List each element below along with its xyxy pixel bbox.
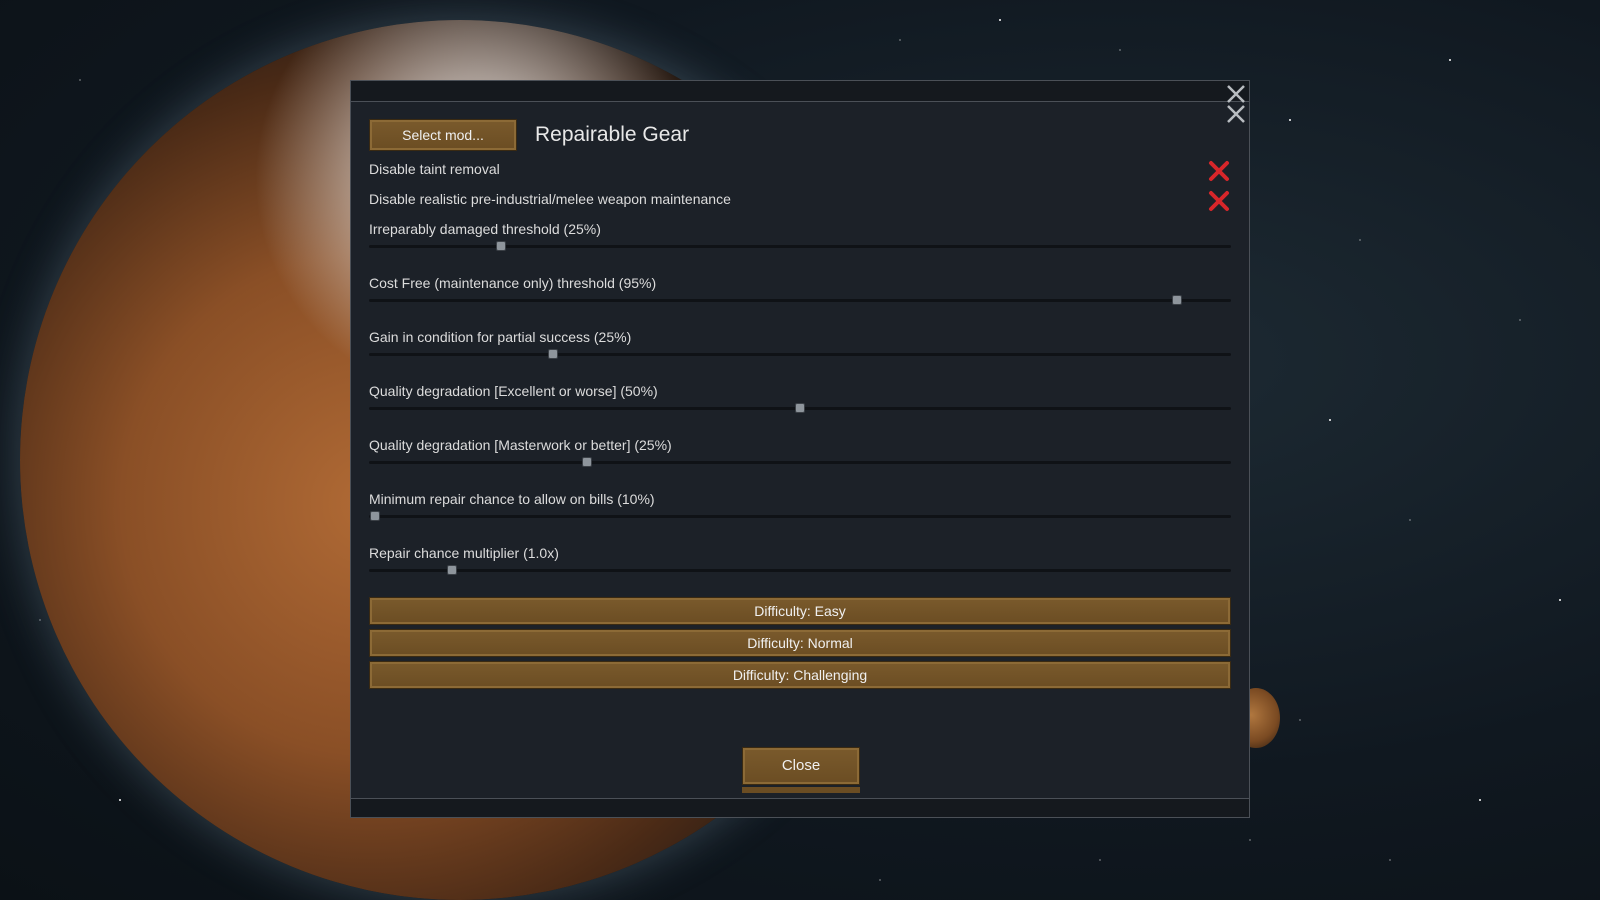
dialog-top-bar bbox=[351, 81, 1249, 102]
select-mod-button[interactable]: Select mod... bbox=[369, 119, 517, 151]
slider-handle[interactable] bbox=[795, 403, 805, 413]
slider-track[interactable] bbox=[369, 515, 1231, 518]
slider-repair-chance-multiplier: Repair chance multiplier (1.0x) bbox=[369, 545, 1231, 575]
slider-irreparably-damaged-threshold: Irreparably damaged threshold (25%) bbox=[369, 221, 1231, 251]
red-x-icon[interactable] bbox=[1207, 159, 1231, 183]
slider-handle[interactable] bbox=[582, 457, 593, 467]
mod-title: Repairable Gear bbox=[535, 123, 690, 146]
difficulty-normal-button[interactable]: Difficulty: Normal bbox=[369, 629, 1231, 657]
slider-track[interactable] bbox=[369, 353, 1231, 356]
slider-handle[interactable] bbox=[446, 565, 457, 575]
slider-label: Repair chance multiplier (1.0x) bbox=[369, 545, 559, 561]
slider-cost-free-threshold: Cost Free (maintenance only) threshold (… bbox=[369, 275, 1231, 305]
difficulty-easy-button[interactable]: Difficulty: Easy bbox=[369, 597, 1231, 625]
slider-handle[interactable] bbox=[1171, 295, 1182, 305]
mod-header: Select mod... Repairable Gear bbox=[369, 119, 689, 151]
slider-label: Gain in condition for partial success (2… bbox=[369, 329, 632, 345]
slider-label: Quality degradation [Excellent or worse]… bbox=[369, 383, 658, 399]
slider-handle[interactable] bbox=[370, 511, 381, 521]
close-button-shadow bbox=[742, 787, 860, 793]
toggle-disable-taint-removal[interactable]: Disable taint removal bbox=[369, 161, 1231, 185]
slider-quality-degradation-masterwork: Quality degradation [Masterwork or bette… bbox=[369, 437, 1231, 467]
slider-handle[interactable] bbox=[495, 241, 506, 251]
toggle-disable-realistic-maintenance[interactable]: Disable realistic pre-industrial/melee w… bbox=[369, 191, 1231, 215]
slider-label: Cost Free (maintenance only) threshold (… bbox=[369, 275, 657, 291]
slider-track[interactable] bbox=[369, 461, 1231, 464]
outer-close-icon[interactable] bbox=[1225, 83, 1247, 105]
slider-label: Minimum repair chance to allow on bills … bbox=[369, 491, 655, 507]
slider-label: Irreparably damaged threshold (25%) bbox=[369, 221, 601, 237]
window-close-icon[interactable] bbox=[1225, 103, 1247, 125]
slider-track[interactable] bbox=[369, 569, 1231, 572]
toggle-label: Disable realistic pre-industrial/melee w… bbox=[369, 191, 731, 207]
toggle-label: Disable taint removal bbox=[369, 161, 500, 177]
difficulty-challenging-button[interactable]: Difficulty: Challenging bbox=[369, 661, 1231, 689]
slider-handle[interactable] bbox=[548, 349, 559, 359]
slider-gain-partial-success: Gain in condition for partial success (2… bbox=[369, 329, 1231, 359]
slider-label: Quality degradation [Masterwork or bette… bbox=[369, 437, 672, 453]
dialog-bottom-bar bbox=[351, 798, 1249, 817]
close-button[interactable]: Close bbox=[742, 747, 860, 785]
slider-minimum-repair-chance: Minimum repair chance to allow on bills … bbox=[369, 491, 1231, 521]
slider-quality-degradation-excellent: Quality degradation [Excellent or worse]… bbox=[369, 383, 1231, 413]
red-x-icon[interactable] bbox=[1207, 189, 1231, 213]
slider-track[interactable] bbox=[369, 299, 1231, 302]
mod-settings-dialog: Select mod... Repairable Gear Disable ta… bbox=[350, 80, 1250, 818]
